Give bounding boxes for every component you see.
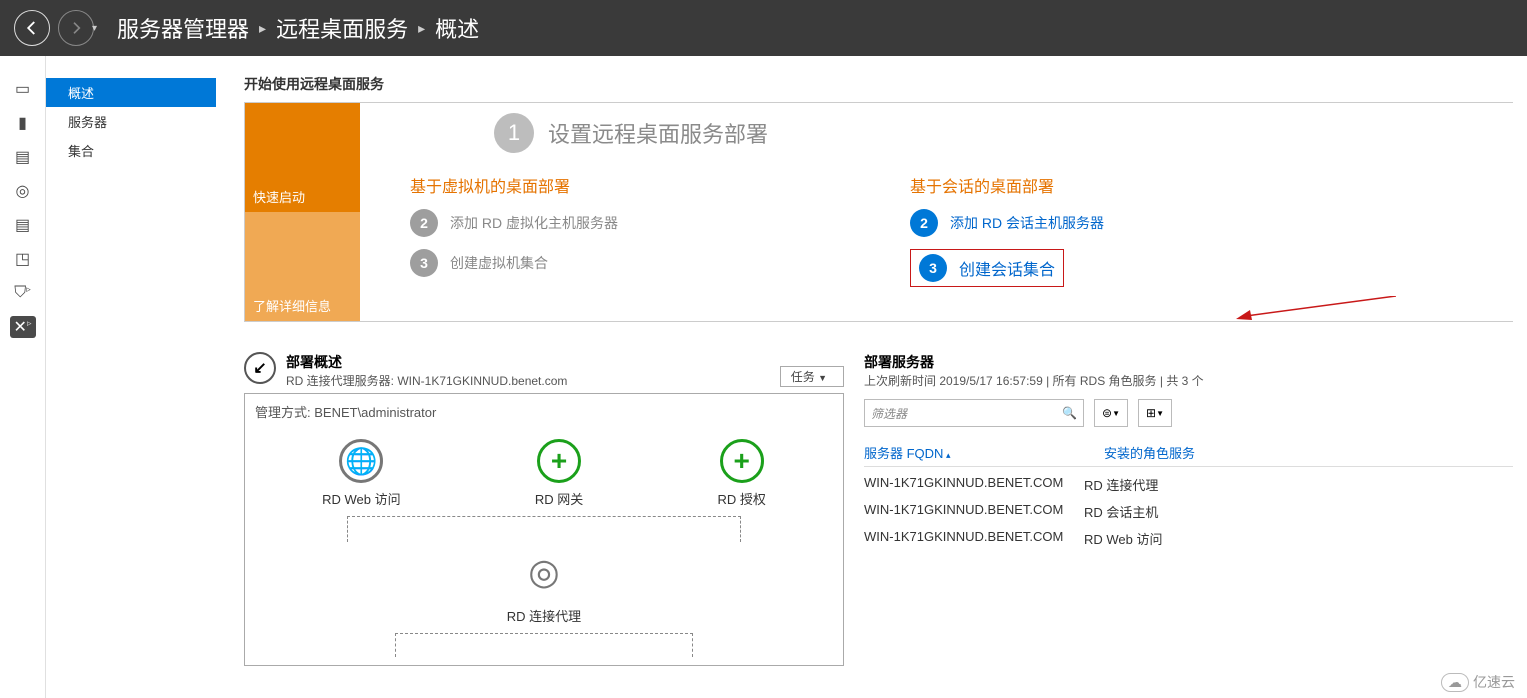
step-add-session-host[interactable]: 2 添加 RD 会话主机服务器 (910, 209, 1370, 237)
save-view-button[interactable]: ⊞ ▼ (1138, 399, 1172, 427)
vm-desktop-column: 基于虚拟机的桌面部署 2 添加 RD 虚拟化主机服务器 3 创建虚拟机集合 (410, 173, 870, 289)
tasks-dropdown[interactable]: 任务 ▼ (780, 366, 844, 387)
deployment-servers-panel: 部署服务器 上次刷新时间 2019/5/17 16:57:59 | 所有 RDS… (864, 352, 1513, 666)
chevron-right-icon: ▸ (418, 20, 425, 37)
vm-heading: 基于虚拟机的桌面部署 (410, 173, 870, 197)
certificates-icon[interactable]: ◎ (10, 180, 36, 202)
watermark: ☁ 亿速云 (1441, 672, 1515, 692)
step-label: 创建虚拟机集合 (450, 253, 548, 273)
sidebar: 概述 服务器 集合 (46, 56, 216, 165)
nav-back-button[interactable] (14, 10, 50, 46)
main-content: 开始使用远程桌面服务 快速启动 了解详细信息 1 设置远程桌面服务部署 基于虚拟… (216, 56, 1527, 698)
filter-input[interactable]: 筛选器 🔍 (864, 399, 1084, 427)
node-label: RD Web 访问 (322, 489, 401, 508)
title-bar: ▾ 服务器管理器 ▸ 远程桌面服务 ▸ 概述 (0, 0, 1527, 56)
table-row[interactable]: WIN-1K71GKINNUD.BENET.COM RD 会话主机 (864, 502, 1513, 521)
step-number-icon: 2 (910, 209, 938, 237)
table-row[interactable]: WIN-1K71GKINNUD.BENET.COM RD Web 访问 (864, 529, 1513, 548)
table-header: 服务器 FQDN 安装的角色服务 (864, 443, 1513, 467)
step-add-vm-host: 2 添加 RD 虚拟化主机服务器 (410, 209, 870, 237)
iis-icon[interactable]: ◳ (10, 248, 36, 270)
panel-title: 部署服务器 (864, 352, 1513, 372)
node-rd-gateway[interactable]: + RD 网关 (535, 439, 583, 508)
all-servers-icon[interactable]: ▤ (10, 146, 36, 168)
node-label: RD 连接代理 (507, 606, 581, 625)
view-options-button[interactable]: ⊜ ▼ (1094, 399, 1128, 427)
col-fqdn[interactable]: 服务器 FQDN (864, 443, 1044, 462)
sidebar-item-servers[interactable]: 服务器 (46, 107, 216, 136)
session-heading: 基于会话的桌面部署 (910, 173, 1370, 197)
cloud-icon: ☁ (1441, 673, 1469, 692)
node-rd-connection-broker[interactable]: ◎ RD 连接代理 (507, 544, 581, 625)
tile-learn-more[interactable]: 了解详细信息 (245, 212, 360, 321)
node-rd-web[interactable]: 🌐 RD Web 访问 (322, 439, 401, 508)
step-number-icon: 3 (919, 254, 947, 282)
breadcrumb-root[interactable]: 服务器管理器 (117, 12, 249, 44)
nav-forward-button[interactable] (58, 10, 94, 46)
chevron-right-icon: ▸ (259, 20, 266, 37)
step-label[interactable]: 添加 RD 会话主机服务器 (950, 213, 1104, 233)
node-rd-licensing[interactable]: + RD 授权 (717, 439, 765, 508)
session-desktop-column: 基于会话的桌面部署 2 添加 RD 会话主机服务器 3 创建会话集合 (910, 173, 1370, 289)
connector-line (395, 633, 693, 657)
step-number-icon: 2 (410, 209, 438, 237)
table-row[interactable]: WIN-1K71GKINNUD.BENET.COM RD 连接代理 (864, 475, 1513, 494)
breadcrumb: 服务器管理器 ▸ 远程桌面服务 ▸ 概述 (117, 12, 479, 44)
step-label: 添加 RD 虚拟化主机服务器 (450, 213, 618, 233)
collapse-icon[interactable]: ↙ (244, 352, 276, 384)
placeholder-text: 筛选器 (871, 405, 907, 422)
step-label[interactable]: 创建会话集合 (959, 256, 1055, 280)
panel-title: 部署概述 (286, 352, 567, 372)
hero-tiles: 快速启动 了解详细信息 (245, 103, 360, 321)
node-label: RD 网关 (535, 489, 583, 508)
icon-rail: ▭ ▮ ▤ ◎ ▤ ◳ ⛉ ▹ ✕ ▹ (0, 56, 46, 698)
quickstart-hero: 快速启动 了解详细信息 1 设置远程桌面服务部署 基于虚拟机的桌面部署 2 添加… (244, 102, 1513, 322)
connector-line (347, 516, 741, 542)
local-server-icon[interactable]: ▮ (10, 112, 36, 134)
step-number-1: 1 (494, 113, 534, 153)
deployment-diagram: 管理方式: BENET\administrator 🌐 RD Web 访问 + … (244, 393, 844, 666)
managed-by-label: 管理方式: BENET\administrator (255, 402, 833, 421)
step-number-icon: 3 (410, 249, 438, 277)
annotation-arrow-icon (1236, 296, 1396, 326)
panel-subtitle: 上次刷新时间 2019/5/17 16:57:59 | 所有 RDS 角色服务 … (864, 372, 1513, 389)
sidebar-item-collections[interactable]: 集合 (46, 136, 216, 165)
search-icon[interactable]: 🔍 (1062, 406, 1077, 420)
rail-group-icon[interactable]: ⛉ ▹ (10, 282, 36, 304)
broker-icon: ◎ (516, 544, 572, 600)
deployment-overview-panel: ↙ 部署概述 RD 连接代理服务器: WIN-1K71GKINNUD.benet… (244, 352, 844, 666)
tile-quickstart[interactable]: 快速启动 (245, 103, 360, 212)
rds-rail-icon[interactable]: ✕ ▹ (10, 316, 36, 338)
watermark-text: 亿速云 (1473, 672, 1515, 692)
big-step-text: 设置远程桌面服务部署 (548, 117, 768, 149)
plus-icon: + (537, 439, 581, 483)
dashboard-icon[interactable]: ▭ (10, 78, 36, 100)
breadcrumb-section[interactable]: 远程桌面服务 (276, 12, 408, 44)
col-role[interactable]: 安装的角色服务 (1104, 443, 1195, 462)
step-create-vm-collection: 3 创建虚拟机集合 (410, 249, 870, 277)
sidebar-item-overview[interactable]: 概述 (46, 78, 216, 107)
quickstart-title: 开始使用远程桌面服务 (244, 74, 1513, 94)
step-create-session-collection[interactable]: 3 创建会话集合 (910, 249, 1064, 287)
node-label: RD 授权 (717, 489, 765, 508)
panel-subtitle: RD 连接代理服务器: WIN-1K71GKINNUD.benet.com (286, 372, 567, 389)
file-services-icon[interactable]: ▤ (10, 214, 36, 236)
big-step: 1 设置远程桌面服务部署 (410, 113, 1513, 153)
globe-icon: 🌐 (339, 439, 383, 483)
breadcrumb-page[interactable]: 概述 (435, 12, 479, 44)
plus-icon: + (720, 439, 764, 483)
nav-history-dropdown-icon[interactable]: ▾ (92, 23, 97, 34)
